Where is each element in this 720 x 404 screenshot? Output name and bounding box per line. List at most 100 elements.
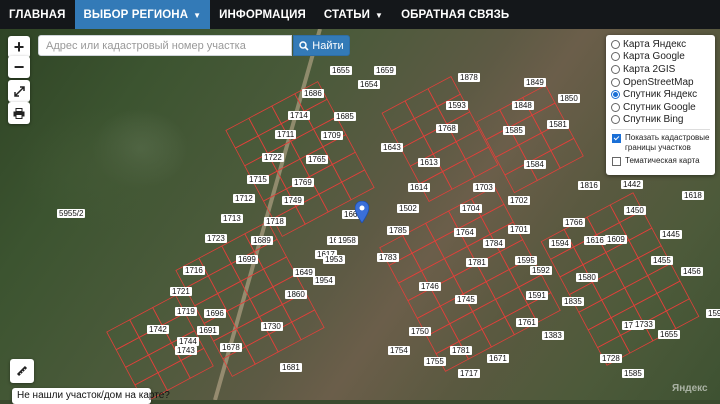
plot-number-label[interactable]: 1718 [264,217,286,226]
plot-number-label[interactable]: 1816 [578,181,600,190]
plot-number-label[interactable]: 1742 [147,325,169,334]
parcel-boundary[interactable] [455,128,490,160]
zoom-in-button[interactable]: + [8,36,30,58]
plot-number-label[interactable]: 1649 [293,268,315,277]
ruler-button[interactable] [10,359,34,383]
plot-number-label[interactable]: 1750 [409,327,431,336]
plot-number-label[interactable]: 1691 [197,326,219,335]
plot-number-label[interactable]: 1733 [633,320,655,329]
plot-number-label[interactable]: 1703 [473,183,495,192]
plot-number-label[interactable]: 1609 [605,235,627,244]
parcel-boundary[interactable] [550,137,584,169]
plot-number-label[interactable]: 1713 [221,214,243,223]
parcel-boundary[interactable] [628,227,662,259]
plot-number-label[interactable]: 1618 [682,191,704,200]
plot-number-label[interactable]: 1709 [321,131,343,140]
radio-button[interactable] [611,102,620,112]
plot-number-label[interactable]: 1730 [261,322,283,331]
plot-number-label[interactable]: 1616 [584,236,606,245]
parcel-boundary[interactable] [481,316,515,348]
plot-number-label[interactable]: 1850 [558,94,580,103]
layer-option-yandex-satellite[interactable]: Спутник Яндекс [611,88,710,101]
radio-button[interactable] [611,52,620,62]
parcel-boundary[interactable] [442,158,476,190]
plot-number-label[interactable]: 1594 [549,239,571,248]
plot-number-label[interactable]: 1860 [285,290,307,299]
parcel-boundary[interactable] [656,280,690,312]
plot-number-label[interactable]: 1754 [388,346,410,355]
parcel-boundary[interactable] [341,169,375,201]
plot-number-label[interactable]: 1671 [487,354,509,363]
parcel-boundary[interactable] [586,204,621,236]
radio-button-selected[interactable] [611,90,620,100]
plot-number-label[interactable]: 1383 [542,331,564,340]
parcel-boundary[interactable] [449,311,483,342]
plot-number-label[interactable]: 1581 [547,120,569,129]
plot-number-label[interactable]: 1614 [408,183,430,192]
radio-button[interactable] [611,77,620,87]
plot-number-label[interactable]: 1681 [280,363,302,372]
plot-number-label[interactable]: 1849 [524,78,546,87]
parcel-boundary[interactable] [517,274,552,306]
plot-number-label[interactable]: 1701 [508,225,530,234]
parcel-boundary[interactable] [453,263,487,295]
parcel-boundary[interactable] [404,88,438,120]
parcel-boundary[interactable] [308,163,343,195]
layer-option-yandex-map[interactable]: Карта Яндекс [611,38,710,51]
plot-number-label[interactable]: 1442 [621,180,643,189]
plot-number-label[interactable]: 1714 [288,111,310,120]
plot-number-label[interactable]: 1953 [323,255,345,264]
layer-option-google-map[interactable]: Карта Google [611,51,710,64]
plot-number-label[interactable]: 1445 [660,230,682,239]
plot-number-label[interactable]: 1785 [387,226,409,235]
plot-number-label[interactable]: 1848 [512,101,534,110]
plot-number-label[interactable]: 5955/2 [57,209,86,218]
show-cadastral-checkbox-row[interactable]: Показать кадастровые границы участков [611,133,710,153]
plot-number-label[interactable]: 1728 [600,354,622,363]
parcel-boundary[interactable] [125,354,159,386]
plot-number-label[interactable]: 1761 [516,318,538,327]
plot-number-label[interactable]: 1613 [418,158,440,167]
plot-number-label[interactable]: 1712 [233,194,255,203]
plot-number-label[interactable]: 1878 [458,73,480,82]
plot-number-label[interactable]: 1745 [455,295,477,304]
parcel-boundary[interactable] [407,287,441,319]
plot-number-label[interactable]: 1764 [454,228,476,237]
plot-number-label[interactable]: 1450 [624,206,646,215]
parcel-boundary[interactable] [495,286,529,318]
plot-number-label[interactable]: 1702 [508,196,530,205]
plot-number-label[interactable]: 1654 [358,80,380,89]
radio-button[interactable] [611,39,620,49]
layer-option-2gis-map[interactable]: Карта 2GIS [611,63,710,76]
plot-number-label[interactable]: 1580 [576,273,598,282]
parcel-boundary[interactable] [331,151,366,183]
nav-home[interactable]: ГЛАВНАЯ [0,0,75,29]
parcel-boundary[interactable] [665,298,700,330]
plot-number-label[interactable]: 1719 [175,307,197,316]
plot-number-label[interactable]: 1743 [175,346,197,355]
plot-number-label[interactable]: 1746 [419,282,441,291]
plot-number-label[interactable]: 1721 [170,287,192,296]
plot-number-label[interactable]: 1456 [681,267,703,276]
plot-number-label[interactable]: 1696 [204,309,226,318]
plot-number-label[interactable]: 1596 [706,309,720,318]
parcel-boundary[interactable] [106,319,140,351]
search-input[interactable] [38,35,292,56]
layer-option-google-satellite[interactable]: Спутник Google [611,101,710,114]
plot-number-label[interactable]: 1593 [446,101,468,110]
plot-number-label[interactable]: 1769 [292,178,314,187]
plot-number-label[interactable]: 1689 [251,236,273,245]
parcel-boundary[interactable] [318,181,352,213]
nav-info[interactable]: ИНФОРМАЦИЯ [210,0,315,29]
plot-number-label[interactable]: 1784 [483,239,505,248]
plot-number-label[interactable]: 1678 [220,343,242,352]
parcel-boundary[interactable] [115,336,150,368]
parcel-boundary[interactable] [249,286,283,318]
not-found-link[interactable]: Не нашли участок/дом на карте? [12,388,170,404]
print-button[interactable] [8,102,30,124]
layer-option-osm[interactable]: OpenStreetMap [611,76,710,89]
plot-number-label[interactable]: 1699 [236,255,258,264]
plot-number-label[interactable]: 1768 [436,124,458,133]
parcel-boundary[interactable] [472,298,506,330]
plot-number-label[interactable]: 1659 [374,66,396,75]
